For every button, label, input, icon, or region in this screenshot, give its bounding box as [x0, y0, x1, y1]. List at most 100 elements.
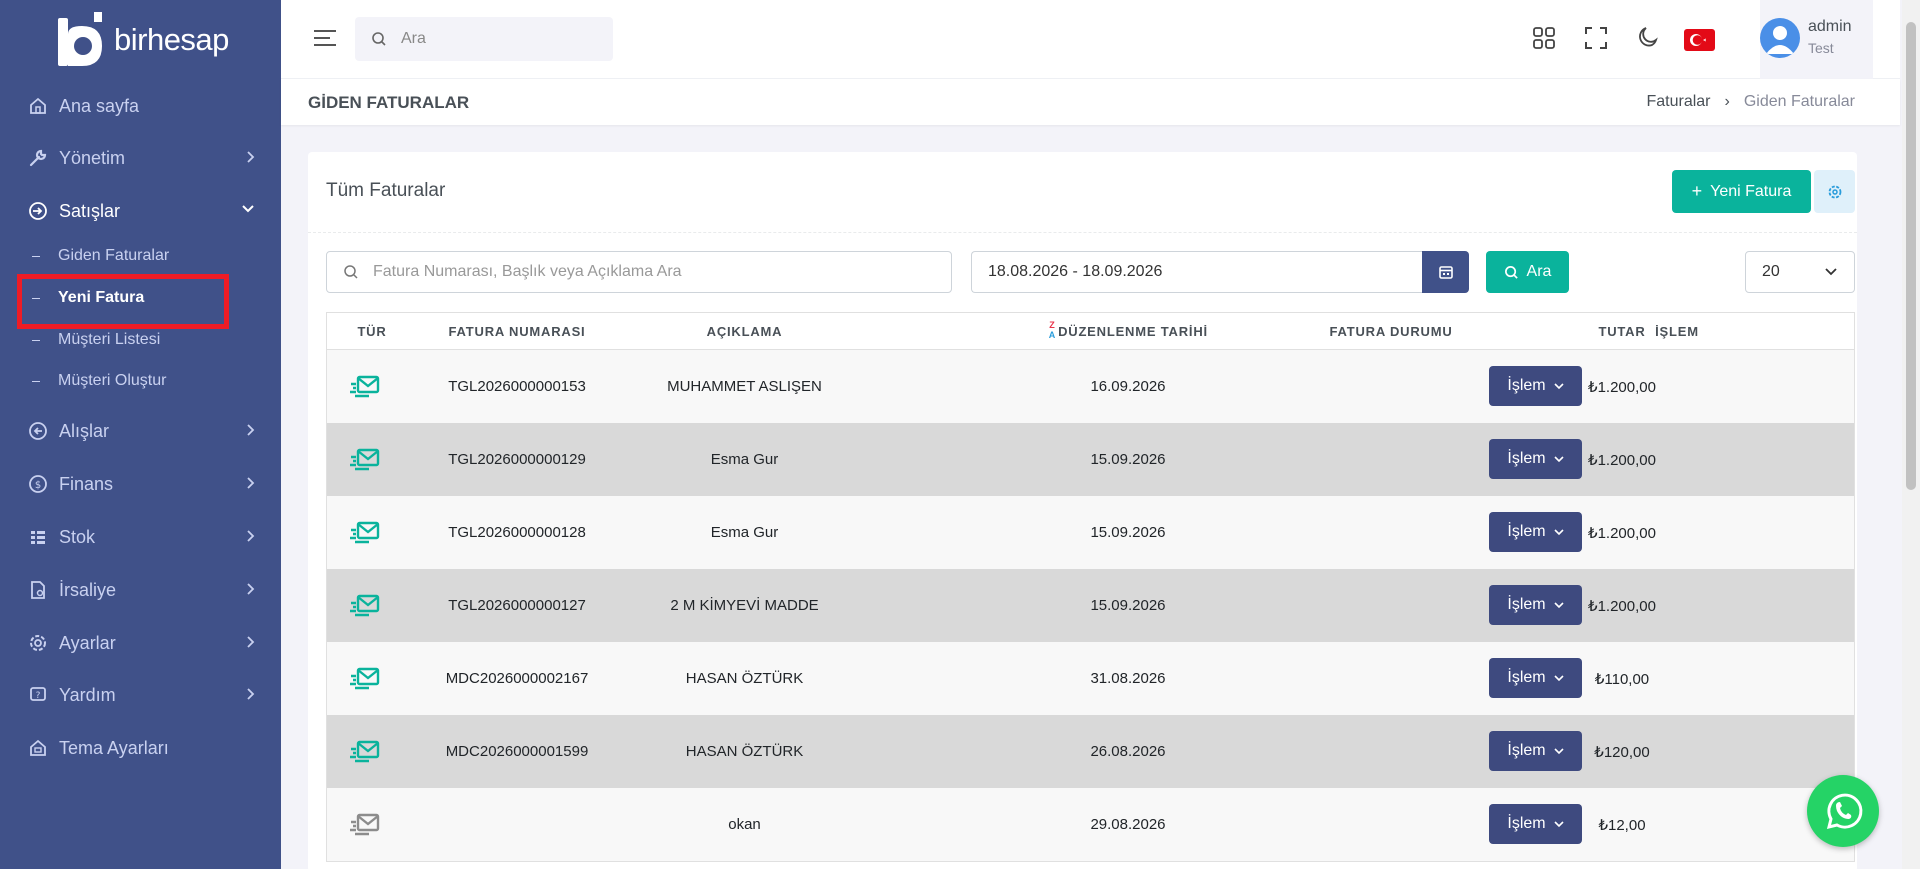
sidebar-item-purchases[interactable]: Alışlar — [0, 411, 281, 451]
invoice-status-cell — [1291, 788, 1491, 861]
invoice-number-cell: MDC2026000001599 — [445, 743, 589, 760]
invoice-status-cell — [1291, 569, 1491, 642]
chevron-right-icon — [247, 688, 255, 700]
chevron-right-icon — [247, 424, 255, 436]
sort-za-icon[interactable]: Z A — [1046, 320, 1058, 344]
chevron-right-icon — [247, 530, 255, 542]
row-action-button[interactable]: İşlem — [1489, 439, 1582, 479]
chevron-right-icon — [247, 151, 255, 163]
breadcrumb-item-invoices[interactable]: Faturalar — [1646, 93, 1710, 111]
invoices-card: Tüm Faturalar + Yeni Fatura Fatura Numar… — [308, 152, 1857, 869]
invoice-date-cell: 15.09.2026 — [1090, 451, 1166, 468]
invoice-status-cell — [1291, 423, 1491, 496]
invoice-date-cell: 26.08.2026 — [1090, 743, 1166, 760]
col-header-number[interactable]: FATURA NUMARASI — [417, 324, 617, 339]
invoice-amount-cell: ₺1.200,00 — [1588, 524, 1656, 542]
brand-logo[interactable]: birhesap — [58, 12, 229, 68]
avatar[interactable] — [1760, 18, 1800, 58]
invoice-description-cell: 2 M KİMYEVİ MADDE — [670, 597, 819, 614]
row-action-button[interactable]: İşlem — [1489, 731, 1582, 771]
dash-bullet — [32, 339, 40, 341]
chevron-down-icon — [1554, 456, 1564, 463]
finance-icon: $ — [27, 473, 49, 495]
row-action-label: İşlem — [1507, 669, 1546, 686]
row-action-button[interactable]: İşlem — [1489, 804, 1582, 844]
chevron-down-icon — [1554, 383, 1564, 390]
sidebar-item-home[interactable]: Ana sayfa — [0, 86, 281, 126]
filter-search-button[interactable]: Ara — [1486, 251, 1569, 293]
new-invoice-button[interactable]: + Yeni Fatura — [1672, 170, 1811, 213]
invoice-status-cell — [1291, 642, 1491, 715]
invoice-description-cell: HASAN ÖZTÜRK — [685, 670, 804, 687]
invoice-number-cell — [417, 788, 617, 861]
sidebar-item-label: Satışlar — [59, 200, 121, 221]
waybill-icon — [27, 579, 49, 601]
sidebar-item-theme[interactable]: Tema Ayarları — [0, 728, 281, 768]
page-scrollbar[interactable] — [1902, 0, 1920, 869]
col-header-action: İŞLEM — [1655, 323, 1699, 339]
col-header-status[interactable]: FATURA DURUMU — [1291, 324, 1491, 339]
invoice-amount-cell: ₺12,00 — [1598, 816, 1646, 834]
sidebar-item-stock[interactable]: Stok — [0, 517, 281, 557]
col-header-type[interactable]: TÜR — [327, 324, 417, 339]
page-size-select[interactable]: 20 — [1745, 251, 1855, 293]
col-header-description[interactable]: AÇIKLAMA — [657, 324, 832, 339]
sidebar-item-finance[interactable]: $ Finans — [0, 464, 281, 504]
invoice-number-cell: MDC2026000002167 — [445, 670, 589, 687]
sidebar-subitem-outgoing-invoices[interactable]: Giden Faturalar — [32, 241, 169, 271]
invoice-amount-cell: ₺110,00 — [1594, 670, 1650, 688]
invoice-number-cell: TGL2026000000129 — [448, 451, 586, 468]
invoice-type-cell — [327, 350, 403, 423]
invoice-description-cell: Esma Gur — [710, 524, 779, 541]
date-range-input[interactable]: 18.08.2026 - 18.09.2026 — [971, 251, 1423, 293]
row-action-button[interactable]: İşlem — [1489, 366, 1582, 406]
invoice-search-placeholder: Fatura Numarası, Başlık veya Açıklama Ar… — [373, 263, 682, 280]
invoice-search-input[interactable]: Fatura Numarası, Başlık veya Açıklama Ar… — [326, 251, 952, 293]
fullscreen-icon[interactable] — [1583, 25, 1609, 51]
breadcrumb-item-current: Giden Faturalar — [1743, 93, 1855, 110]
sales-icon — [27, 200, 49, 222]
global-search-input[interactable]: Ara — [355, 17, 613, 61]
sidebar-item-help[interactable]: ? Yardım — [0, 675, 281, 715]
dark-mode-moon-icon[interactable] — [1634, 25, 1660, 51]
sidebar-item-management[interactable]: Yönetim — [0, 138, 281, 178]
invoice-number-cell: TGL2026000000128 — [448, 524, 586, 541]
sidebar-item-sales[interactable]: Satışlar — [0, 191, 281, 231]
sidebar-item-waybill[interactable]: İrsaliye — [0, 570, 281, 610]
row-action-label: İşlem — [1507, 815, 1546, 832]
invoice-status-cell — [1291, 496, 1491, 569]
search-icon — [344, 265, 358, 279]
sent-mail-icon — [350, 375, 380, 397]
table-row: MDC2026000001599 HASAN ÖZTÜRK 26.08.2026 ₺1… — [327, 715, 1854, 788]
page-header: GİDEN FATURALAR Faturalar › Giden Fatura… — [281, 79, 1900, 125]
whatsapp-button[interactable] — [1807, 775, 1879, 847]
turkey-flag-icon[interactable] — [1684, 29, 1715, 51]
sent-mail-icon — [350, 667, 380, 689]
invoices-table: TÜR FATURA NUMARASI AÇIKLAMA Z A DÜZENLE… — [326, 312, 1855, 862]
calendar-button[interactable] — [1422, 251, 1469, 293]
theme-icon — [27, 737, 49, 759]
row-action-label: İşlem — [1507, 377, 1546, 394]
invoice-date-cell: 31.08.2026 — [1090, 670, 1166, 687]
row-action-button[interactable]: İşlem — [1489, 585, 1582, 625]
scrollbar-thumb[interactable] — [1906, 22, 1916, 490]
sidebar-subitem-label: Giden Faturalar — [58, 247, 170, 264]
invoice-type-cell — [327, 569, 403, 642]
page-size-value: 20 — [1762, 263, 1780, 280]
col-header-date[interactable]: DÜZENLENME TARİHİ — [1058, 324, 1208, 339]
sidebar-subitem-customer-list[interactable]: Müşteri Listesi — [32, 325, 160, 355]
invoice-number-cell: TGL2026000000127 — [448, 597, 586, 614]
sidebar-item-settings[interactable]: Ayarlar — [0, 623, 281, 663]
invoice-description-cell: MUHAMMET ASLIŞEN — [667, 378, 822, 395]
table-settings-button[interactable] — [1814, 170, 1855, 213]
invoice-date-cell: 29.08.2026 — [1090, 816, 1166, 833]
hamburger-menu-icon[interactable] — [314, 30, 336, 46]
row-action-button[interactable]: İşlem — [1489, 658, 1582, 698]
date-range-value: 18.08.2026 - 18.09.2026 — [988, 263, 1163, 280]
invoice-status-cell — [1291, 350, 1491, 423]
row-action-button[interactable]: İşlem — [1489, 512, 1582, 552]
sidebar-subitem-create-customer[interactable]: Müşteri Oluştur — [32, 366, 166, 396]
help-icon: ? — [27, 684, 49, 706]
apps-grid-icon[interactable] — [1531, 25, 1557, 51]
chevron-down-icon — [1825, 268, 1837, 276]
